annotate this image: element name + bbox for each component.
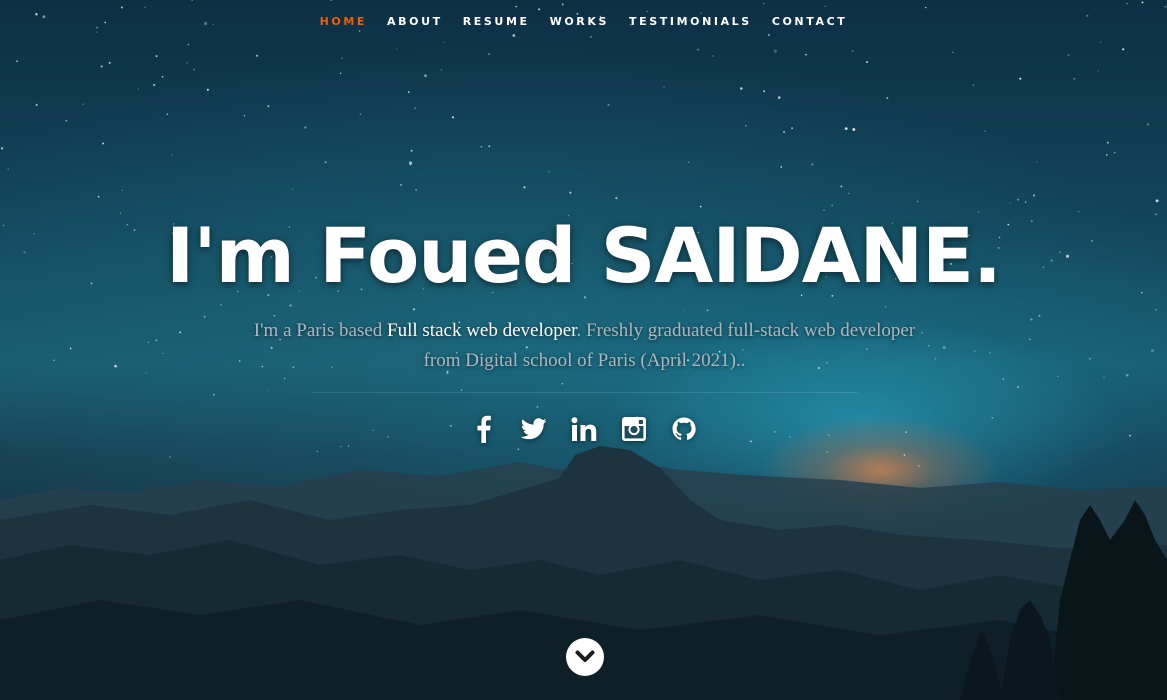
facebook-icon[interactable]: [470, 412, 498, 446]
chevron-down-icon: [575, 650, 595, 662]
hero-divider: [312, 392, 858, 393]
nav-about[interactable]: ABOUT: [387, 15, 443, 28]
hero-headline: I'm Foued SAIDANE.: [166, 211, 1002, 300]
nav-contact[interactable]: CONTACT: [772, 15, 848, 28]
hero-intro: I'm a Paris based Full stack web develop…: [243, 316, 926, 376]
intro-text-before: I'm a Paris based: [253, 320, 388, 341]
intro-highlight: Full stack web developer: [387, 320, 577, 341]
nav-testimonials[interactable]: TESTIMONIALS: [629, 15, 752, 28]
nav-works[interactable]: WORKS: [550, 15, 609, 28]
github-icon[interactable]: [670, 412, 698, 446]
instagram-icon[interactable]: [620, 412, 648, 446]
social-links: [0, 412, 1167, 446]
nav-resume[interactable]: RESUME: [463, 15, 530, 28]
twitter-icon[interactable]: [520, 412, 548, 446]
nav-home[interactable]: HOME: [320, 15, 367, 28]
main-nav: HOME ABOUT RESUME WORKS TESTIMONIALS CON…: [0, 0, 1167, 42]
linkedin-icon[interactable]: [570, 412, 598, 446]
scroll-down-button[interactable]: [566, 638, 604, 676]
